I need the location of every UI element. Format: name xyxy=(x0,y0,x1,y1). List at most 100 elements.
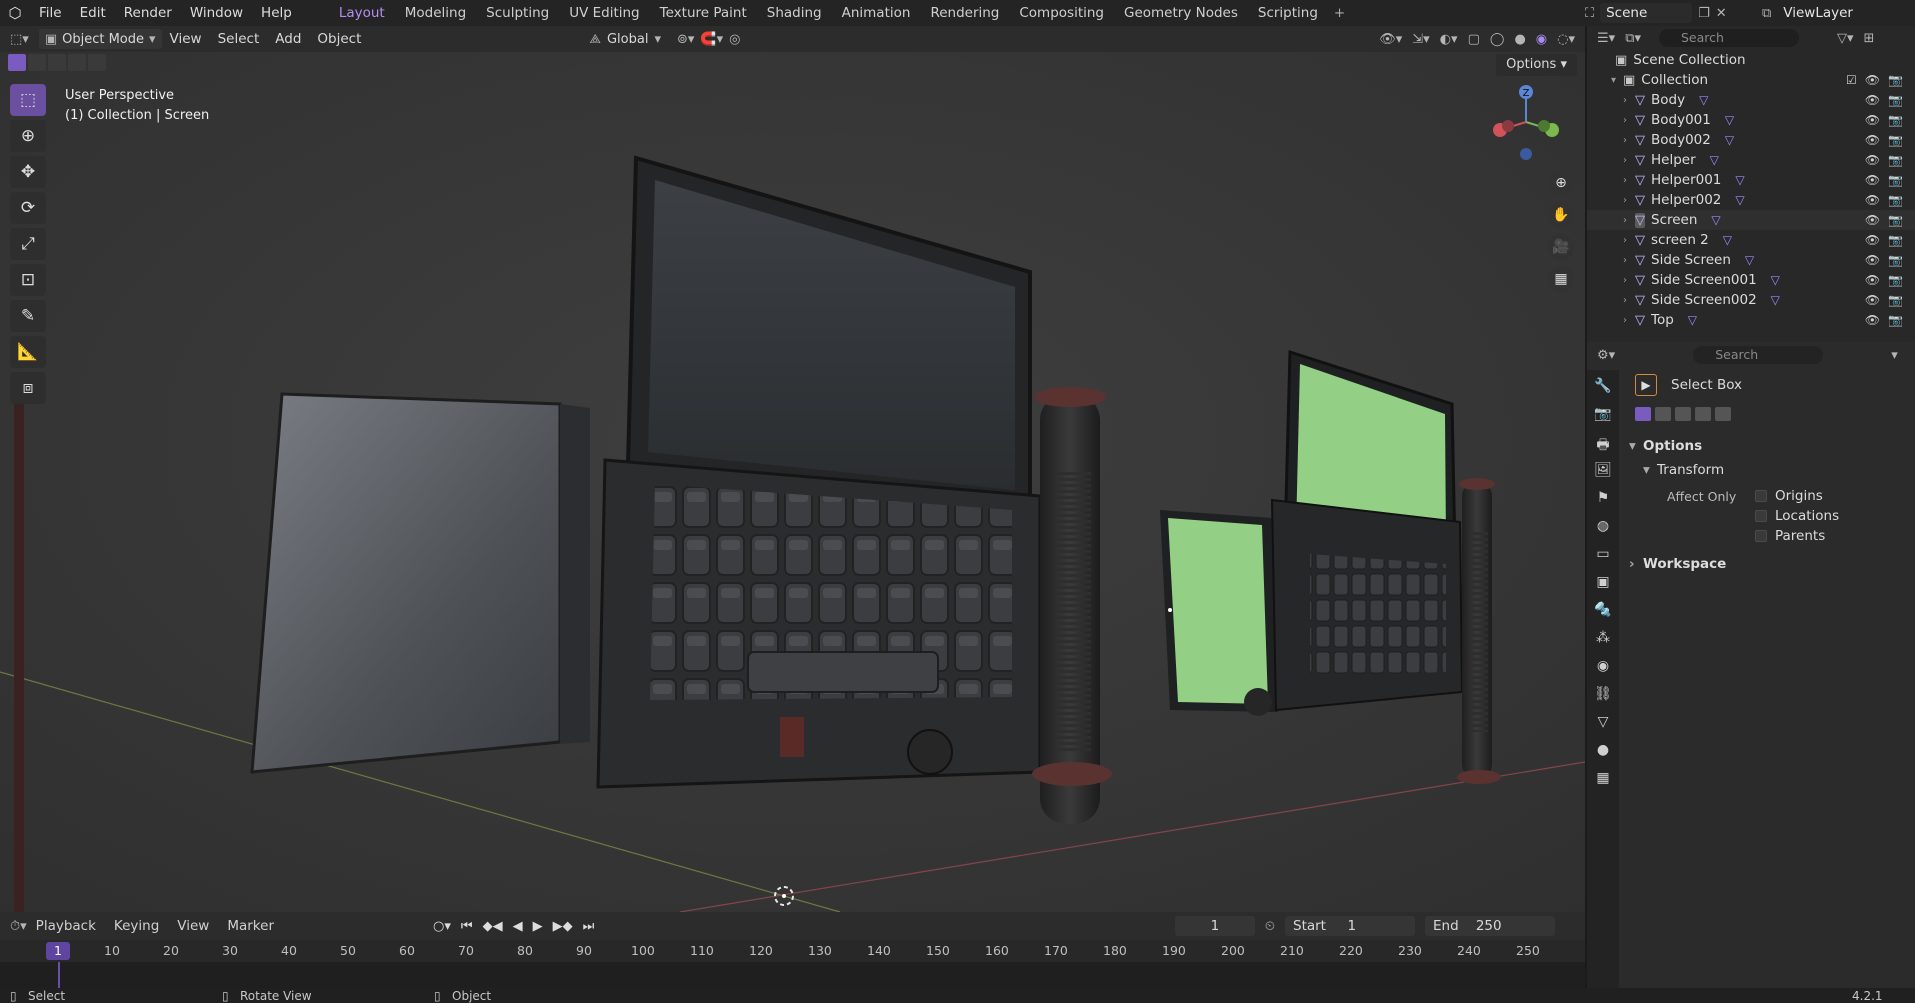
outliner-item[interactable]: › ▽ Side Screen001 ▽ 👁 📷 xyxy=(1587,270,1915,290)
menu-object[interactable]: Object xyxy=(309,31,369,47)
mode-extend-button[interactable] xyxy=(1655,407,1671,421)
tool-tab-icon[interactable]: 🔧 xyxy=(1592,378,1614,395)
select-subtract-button[interactable] xyxy=(48,54,66,71)
view-layer-field[interactable]: ViewLayer xyxy=(1777,3,1887,23)
parents-checkbox[interactable] xyxy=(1755,530,1767,542)
constraints-tab-icon[interactable]: ⛓ xyxy=(1592,686,1614,703)
wireframe-shading-icon[interactable]: ◯ xyxy=(1490,32,1505,47)
mode-invert-button[interactable] xyxy=(1695,407,1711,421)
tab-rendering[interactable]: Rendering xyxy=(920,0,1009,26)
camera-icon[interactable]: 📷 xyxy=(1888,313,1903,327)
outliner-item[interactable]: › ▽ Body002 ▽ 👁 📷 xyxy=(1587,130,1915,150)
visibility-icon[interactable]: 👁▾ xyxy=(1379,32,1402,47)
data-tab-icon[interactable]: ▽ xyxy=(1592,714,1614,731)
tab-uv-editing[interactable]: UV Editing xyxy=(559,0,649,26)
new-collection-icon[interactable]: ⊞ xyxy=(1864,31,1875,46)
material-shading-icon[interactable]: ◉ xyxy=(1536,32,1547,47)
output-tab-icon[interactable]: 🖶 xyxy=(1592,434,1614,453)
chevron-right-icon[interactable]: › xyxy=(1623,295,1635,306)
select-extend-button[interactable] xyxy=(28,54,46,71)
play-reverse-icon[interactable]: ◀ xyxy=(513,919,523,934)
camera-icon[interactable]: 📷 xyxy=(1888,153,1903,167)
eye-icon[interactable]: 👁 xyxy=(1865,233,1880,247)
annotate-tool-icon[interactable]: ✎ xyxy=(10,300,46,332)
select-new-button[interactable] xyxy=(8,54,26,71)
eye-icon[interactable]: 👁 xyxy=(1865,113,1880,127)
collection-tab-icon[interactable]: ▭ xyxy=(1592,546,1614,563)
timeline-ruler[interactable]: 1 10 20 30 40 50 60 70 80 90 100 110 120… xyxy=(0,940,1585,962)
physics-tab-icon[interactable]: ◉ xyxy=(1592,658,1614,675)
jump-end-icon[interactable]: ⏭ xyxy=(583,919,595,934)
menu-render[interactable]: Render xyxy=(115,5,181,21)
move-tool-icon[interactable]: ✥ xyxy=(10,156,46,188)
menu-add[interactable]: Add xyxy=(267,31,309,47)
chevron-right-icon[interactable]: › xyxy=(1623,235,1635,246)
add-workspace-button[interactable]: + xyxy=(1328,0,1351,26)
add-cube-tool-icon[interactable]: ⧈ xyxy=(10,372,46,404)
eye-icon[interactable]: 👁 xyxy=(1865,293,1880,307)
snap-icon[interactable]: 🧲▾ xyxy=(700,32,723,47)
proportional-edit-icon[interactable]: ◎ xyxy=(729,32,740,47)
outliner-item-active[interactable]: › ▽ Screen ▽ 👁 📷 xyxy=(1587,210,1915,230)
camera-icon[interactable]: 📷 xyxy=(1888,73,1903,87)
rotate-tool-icon[interactable]: ⟳ xyxy=(10,192,46,224)
pan-hand-icon[interactable]: ✋ xyxy=(1548,202,1574,228)
menu-keying[interactable]: Keying xyxy=(105,918,168,934)
tab-layout[interactable]: Layout xyxy=(329,0,395,26)
eye-icon[interactable]: 👁 xyxy=(1865,253,1880,267)
mode-set-button[interactable] xyxy=(1635,407,1651,421)
neg-y-axis-icon[interactable] xyxy=(1538,120,1550,132)
camera-icon[interactable]: 📷 xyxy=(1888,273,1903,287)
measure-tool-icon[interactable]: 📐 xyxy=(10,336,46,368)
chevron-right-icon[interactable]: › xyxy=(1623,135,1635,146)
zoom-icon[interactable]: ⊕ xyxy=(1548,170,1574,196)
mode-dropdown[interactable]: ▣ Object Mode ▾ xyxy=(38,29,162,49)
blender-logo-icon[interactable]: ⬡ xyxy=(0,4,30,22)
menu-playback[interactable]: Playback xyxy=(27,918,105,934)
tab-shading[interactable]: Shading xyxy=(757,0,832,26)
menu-view[interactable]: View xyxy=(162,31,210,47)
options-panel-header[interactable]: ▾ Options xyxy=(1627,434,1915,458)
scene-field[interactable]: Scene xyxy=(1600,3,1693,23)
rendered-shading-icon[interactable]: ◌▾ xyxy=(1557,32,1575,47)
camera-icon[interactable]: 🎥 xyxy=(1548,234,1574,260)
eye-icon[interactable]: 👁 xyxy=(1865,313,1880,327)
menu-marker[interactable]: Marker xyxy=(218,918,283,934)
camera-icon[interactable]: 📷 xyxy=(1888,253,1903,267)
end-frame-field[interactable]: End 250 xyxy=(1425,916,1555,936)
scale-tool-icon[interactable]: ⤢ xyxy=(10,228,46,260)
checkbox-icon[interactable]: ☑ xyxy=(1846,73,1857,87)
mode-intersect-button[interactable] xyxy=(1715,407,1731,421)
clock-icon[interactable]: ⏲ xyxy=(1265,919,1275,934)
chevron-down-icon[interactable]: ▾ xyxy=(1891,348,1898,363)
particles-tab-icon[interactable]: ⁂ xyxy=(1592,630,1614,647)
select-invert-button[interactable] xyxy=(68,54,86,71)
object-tab-icon[interactable]: ▣ xyxy=(1592,574,1614,591)
world-tab-icon[interactable]: ◍ xyxy=(1592,518,1614,535)
options-button[interactable]: Options ▾ xyxy=(1496,54,1577,76)
modifier-tab-icon[interactable]: 🔩 xyxy=(1592,602,1614,619)
editor-type-icon[interactable]: ⬚▾ xyxy=(10,32,29,47)
copy-icon[interactable]: ❐ xyxy=(1698,6,1710,21)
chevron-right-icon[interactable]: › xyxy=(1623,315,1635,326)
jump-start-icon[interactable]: ⏮ xyxy=(461,919,473,934)
pivot-icon[interactable]: ⊚▾ xyxy=(677,32,694,47)
eye-icon[interactable]: 👁 xyxy=(1865,193,1880,207)
chevron-right-icon[interactable]: › xyxy=(1623,275,1635,286)
camera-icon[interactable]: 📷 xyxy=(1888,293,1903,307)
neg-x-axis-icon[interactable] xyxy=(1502,120,1514,132)
eye-icon[interactable]: 👁 xyxy=(1865,153,1880,167)
transform-orientation[interactable]: ⟁ Global ▾ ⊚▾ 🧲▾ ◎ xyxy=(589,32,740,47)
outliner-item[interactable]: › ▽ Helper001 ▽ 👁 📷 xyxy=(1587,170,1915,190)
eye-icon[interactable]: 👁 xyxy=(1865,273,1880,287)
outliner-item[interactable]: › ▽ Side Screen ▽ 👁 📷 xyxy=(1587,250,1915,270)
render-tab-icon[interactable]: 📷 xyxy=(1592,406,1614,423)
eye-icon[interactable]: 👁 xyxy=(1865,73,1880,87)
outliner-editor-icon[interactable]: ☰▾ xyxy=(1597,31,1615,46)
tab-modeling[interactable]: Modeling xyxy=(395,0,476,26)
overlay-icon[interactable]: ◐▾ xyxy=(1440,32,1458,47)
solid-shading-icon[interactable]: ● xyxy=(1514,32,1525,47)
menu-window[interactable]: Window xyxy=(181,5,252,21)
gizmo-icon[interactable]: ⇲▾ xyxy=(1412,32,1429,47)
3d-viewport[interactable]: User Perspective (1) Collection | Screen… xyxy=(0,52,1585,912)
